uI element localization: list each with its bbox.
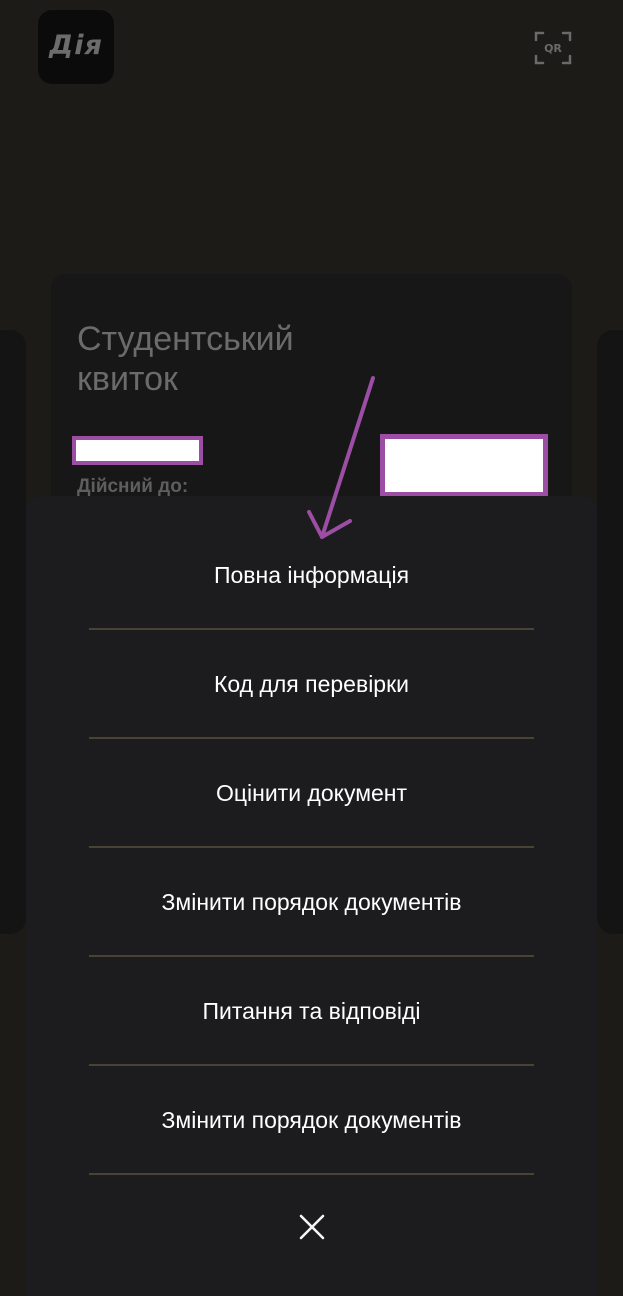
close-button[interactable] (290, 1205, 334, 1249)
close-icon (299, 1214, 325, 1240)
menu-item-reorder-documents[interactable]: Змінити порядок документів (89, 848, 534, 956)
redacted-photo (380, 434, 548, 497)
qr-scan-button[interactable]: QR (534, 30, 572, 66)
redacted-name (72, 436, 203, 465)
valid-until-label: Дійсний до: (77, 476, 189, 497)
qr-label: QR (544, 41, 562, 55)
menu-item-faq[interactable]: Питання та відповіді (89, 957, 534, 1065)
previous-document-card[interactable] (0, 330, 26, 934)
next-document-card[interactable] (597, 330, 623, 934)
app-logo: Дія (38, 10, 114, 84)
menu-item-verification-code[interactable]: Код для перевірки (89, 630, 534, 738)
menu-item-reorder-documents-2[interactable]: Змінити порядок документів (89, 1066, 534, 1174)
menu-item-full-info[interactable]: Повна інформація (89, 521, 534, 629)
document-title: Студентський квиток (77, 320, 294, 398)
menu-divider (89, 1173, 534, 1175)
menu-item-rate-document[interactable]: Оцінити документ (89, 739, 534, 847)
